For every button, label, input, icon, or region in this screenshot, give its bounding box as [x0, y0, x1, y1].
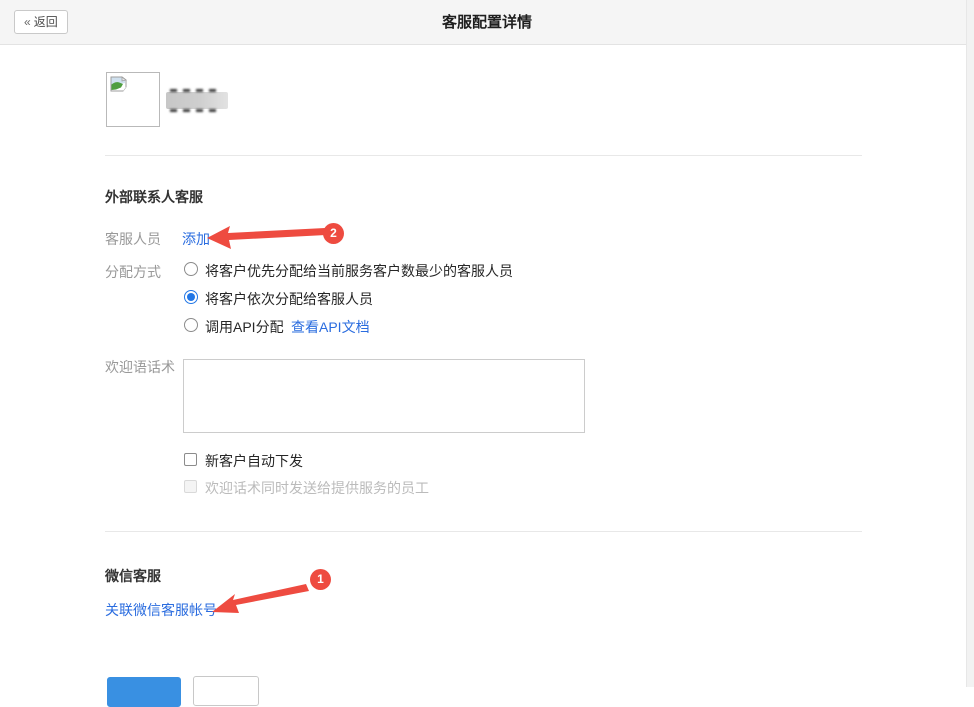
welcome-label: 欢迎语话术	[105, 357, 175, 377]
annotation-arrow-1	[206, 580, 316, 618]
redacted-user-name	[166, 92, 228, 109]
auto-send-checkbox[interactable]	[184, 453, 197, 466]
send-to-staff-checkbox	[184, 480, 197, 493]
section-divider	[105, 155, 862, 156]
avatar	[106, 72, 160, 127]
link-wechat-account-link[interactable]: 关联微信客服帐号	[105, 600, 217, 620]
send-to-staff-checkbox-label: 欢迎话术同时发送给提供服务的员工	[205, 478, 429, 498]
view-api-doc-link[interactable]: 查看API文档	[291, 317, 370, 337]
footer-primary-button[interactable]	[107, 677, 181, 707]
add-staff-link[interactable]: 添加	[182, 229, 210, 249]
welcome-textarea[interactable]	[183, 359, 585, 433]
customer-service-config-page: { "colors": { "topbar_bg": "#f5f5f5", "l…	[0, 0, 974, 687]
vertical-scrollbar[interactable]	[966, 0, 974, 687]
footer-secondary-button[interactable]	[193, 676, 259, 706]
radio-assign-least-busy[interactable]	[184, 262, 198, 276]
radio-assign-in-turn-label: 将客户依次分配给客服人员	[205, 289, 373, 309]
radio-assign-api[interactable]	[184, 318, 198, 332]
topbar: « 返回 客服配置详情	[0, 0, 974, 45]
section-divider	[105, 531, 862, 532]
annotation-arrow-2	[203, 222, 331, 250]
annotation-badge-2: 2	[323, 223, 344, 244]
radio-assign-api-label: 调用API分配	[205, 317, 284, 337]
broken-image-icon	[110, 76, 127, 92]
page-title: 客服配置详情	[0, 0, 974, 45]
external-service-heading: 外部联系人客服	[105, 187, 203, 207]
radio-assign-in-turn[interactable]	[184, 290, 198, 304]
radio-assign-least-busy-label: 将客户优先分配给当前服务客户数最少的客服人员	[205, 261, 513, 281]
staff-label: 客服人员	[105, 229, 161, 249]
annotation-badge-1: 1	[310, 569, 331, 590]
assignment-label: 分配方式	[105, 262, 161, 282]
auto-send-checkbox-label: 新客户自动下发	[205, 451, 303, 471]
wechat-service-heading: 微信客服	[105, 566, 161, 586]
